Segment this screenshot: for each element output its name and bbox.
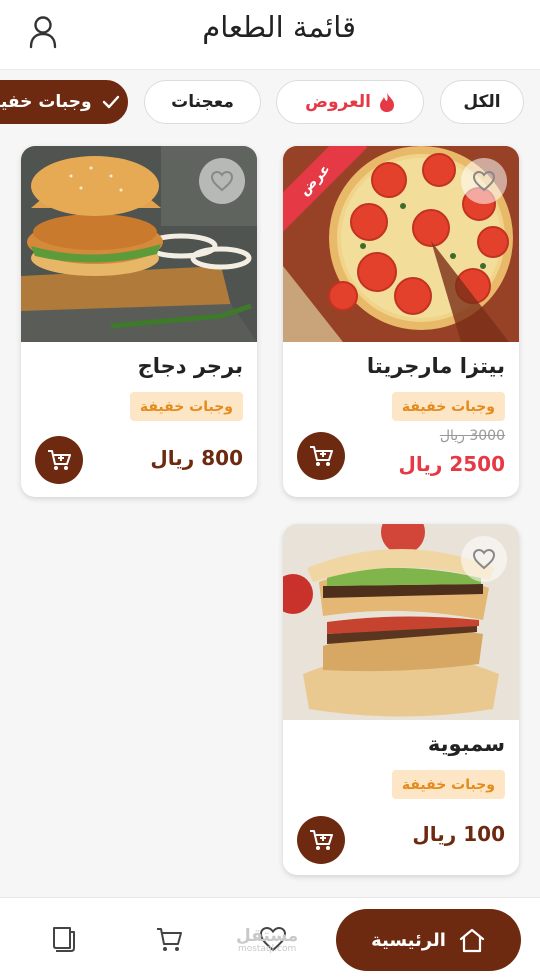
category-tag: وجبات خفيفة bbox=[391, 392, 505, 421]
add-to-cart-icon bbox=[310, 830, 333, 850]
page-title: قائمة الطعام bbox=[202, 10, 356, 44]
app-root: قائمة الطعام الكل العروض معجنات وجبات خف… bbox=[0, 0, 540, 979]
add-to-cart-button[interactable] bbox=[297, 432, 345, 480]
check-icon bbox=[102, 95, 119, 109]
heart-icon bbox=[472, 170, 496, 192]
pizza-image: عرض bbox=[283, 146, 519, 342]
watermark-en: mostaql.com bbox=[237, 944, 297, 954]
watermark: مستقل mostaql.com bbox=[236, 928, 298, 954]
home-icon bbox=[459, 928, 485, 953]
nav-home-button[interactable]: الرئيسية bbox=[336, 909, 521, 971]
product-card-sambousa[interactable]: سمبوية وجبات خفيفة 100 ريال bbox=[283, 524, 519, 875]
add-to-cart-button[interactable] bbox=[297, 816, 345, 864]
orders-nav-icon[interactable] bbox=[48, 924, 78, 954]
favorite-button[interactable] bbox=[199, 158, 245, 204]
product-card-burger[interactable]: برجر دجاج وجبات خفيفة 800 ريال bbox=[21, 146, 257, 497]
app-header: قائمة الطعام bbox=[0, 0, 540, 70]
product-name: برجر دجاج bbox=[137, 354, 243, 378]
chip-offers[interactable]: العروض bbox=[276, 80, 424, 124]
favorite-button[interactable] bbox=[461, 158, 507, 204]
heart-icon bbox=[472, 548, 496, 570]
add-to-cart-button[interactable] bbox=[35, 436, 83, 484]
add-to-cart-icon bbox=[310, 446, 333, 466]
chip-light-meals-label: وجبات خفيفة bbox=[0, 92, 92, 112]
chip-all-label: الكل bbox=[463, 92, 501, 112]
category-tag: وجبات خفيفة bbox=[129, 392, 243, 421]
flame-icon bbox=[379, 92, 394, 112]
bottom-navigation: الرئيسية مستقل mostaql.com bbox=[0, 897, 540, 979]
chip-light-meals[interactable]: وجبات خفيفة bbox=[0, 80, 128, 124]
chip-offers-label: العروض bbox=[305, 92, 371, 112]
product-price: 2500 ريال bbox=[398, 452, 505, 476]
sambousa-image bbox=[283, 524, 519, 720]
chip-pastry[interactable]: معجنات bbox=[144, 80, 261, 124]
chip-pastry-label: معجنات bbox=[171, 92, 234, 112]
category-chips: الكل العروض معجنات وجبات خفيفة bbox=[0, 78, 540, 126]
product-price: 800 ريال bbox=[150, 446, 243, 470]
product-name: بيتزا مارجريتا bbox=[366, 354, 505, 378]
add-to-cart-icon bbox=[48, 450, 71, 470]
chip-all[interactable]: الكل bbox=[440, 80, 524, 124]
user-icon[interactable] bbox=[28, 15, 58, 49]
product-card-pizza[interactable]: عرض بيتزا مارجريتا وجبات خفيفة 3000 ريال… bbox=[283, 146, 519, 497]
product-price: 100 ريال bbox=[412, 822, 505, 846]
burger-image bbox=[21, 146, 257, 342]
product-name: سمبوية bbox=[427, 732, 505, 756]
watermark-ar: مستقل bbox=[236, 926, 299, 946]
category-tag: وجبات خفيفة bbox=[391, 770, 505, 799]
favorite-button[interactable] bbox=[461, 536, 507, 582]
old-price: 3000 ريال bbox=[439, 428, 505, 444]
cart-nav-icon[interactable] bbox=[154, 924, 184, 954]
nav-home-label: الرئيسية bbox=[371, 929, 446, 951]
heart-icon bbox=[210, 170, 234, 192]
